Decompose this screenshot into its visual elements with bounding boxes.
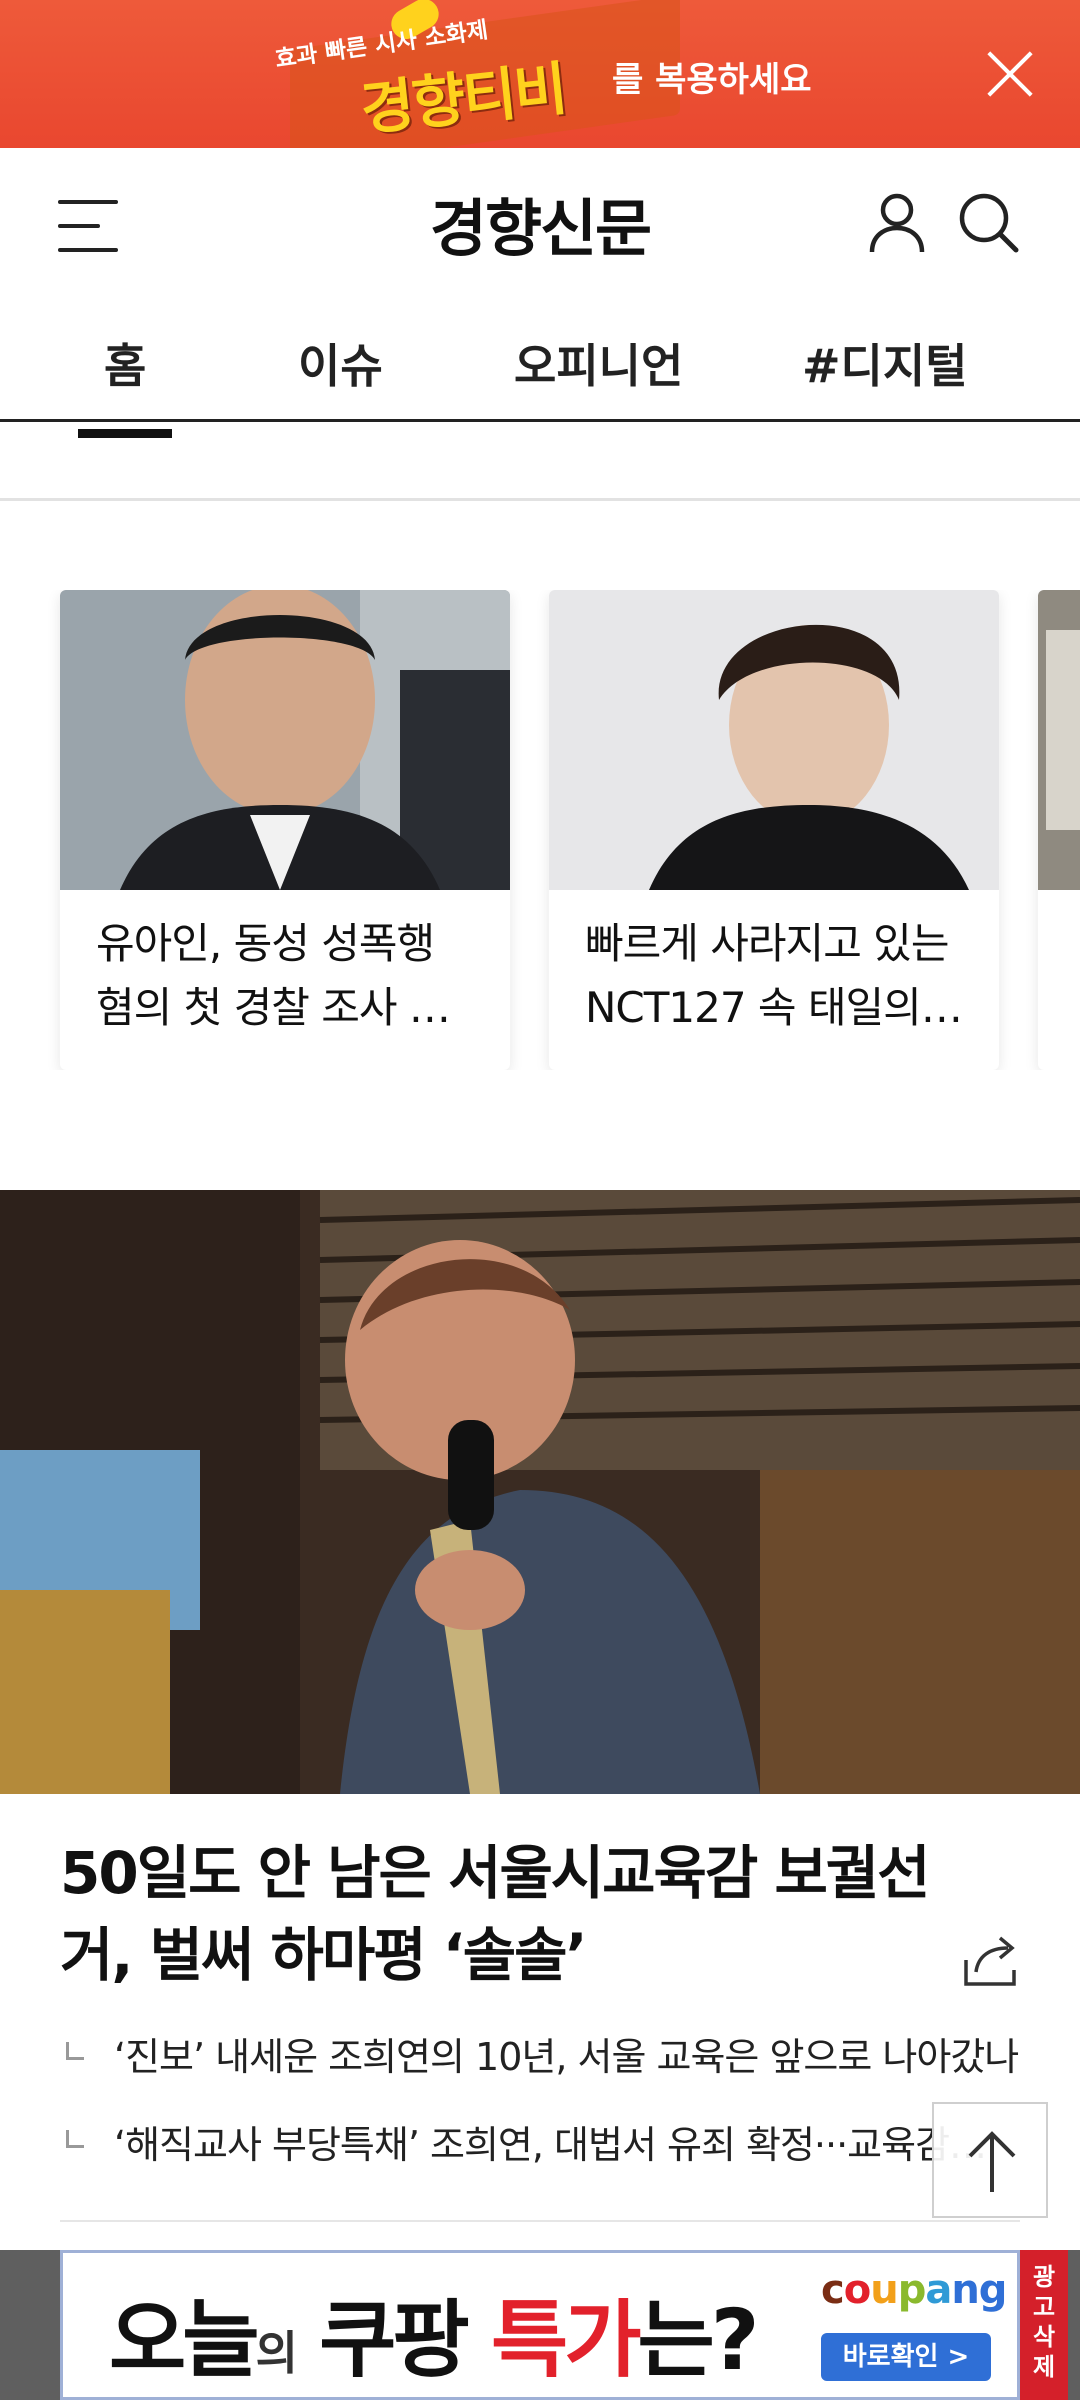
menu-icon[interactable] xyxy=(58,200,122,252)
ad-headline: 오늘의 쿠팡 특가는? xyxy=(109,2291,760,2389)
tab-home[interactable]: 홈 xyxy=(77,330,173,438)
reply-arrow-icon xyxy=(66,2042,84,2060)
lead-story-photo[interactable] xyxy=(0,1190,1080,1794)
user-icon[interactable] xyxy=(862,188,932,258)
search-icon[interactable] xyxy=(954,188,1024,258)
card-title: 빠르게 사라지고 있는 NCT127 속 태일의 흔적 xyxy=(585,919,949,1050)
card-thumbnail xyxy=(549,590,999,890)
related-article-link[interactable]: ‘진보’ 내세운 조희연의 10년, 서울 교육은 앞으로 나아갔나 xyxy=(60,2026,1020,2086)
top-ad-banner[interactable]: 효과 빠른 시사 소화제 경향티비 를 복용하세요 xyxy=(0,0,1080,148)
site-header: 경향신문 xyxy=(0,148,1080,300)
lead-headline[interactable]: 50일도 안 남은 서울시교육감 보궐선거, 벌써 하마평 ‘솔솔’ xyxy=(60,1832,960,1996)
site-logo[interactable]: 경향신문 xyxy=(340,178,740,268)
card-title xyxy=(1038,890,1080,1050)
tab-opinion[interactable]: 오피니언 xyxy=(514,330,683,396)
coupang-ad[interactable]: 오늘의 쿠팡 특가는? coupang 바로확인 > xyxy=(60,2250,1020,2400)
arrow-up-icon xyxy=(968,2131,1016,2192)
ad-suffix: 를 복용하세요 xyxy=(612,60,812,100)
reply-arrow-icon xyxy=(66,2130,84,2148)
card-thumbnail xyxy=(1038,590,1080,890)
divider xyxy=(0,498,1080,501)
card-carousel[interactable]: 유아인, 동성 성폭행 혐의 첫 경찰 조사 진행 빠르게 사라지고 있는 NC… xyxy=(0,590,1080,1070)
scroll-top-button[interactable] xyxy=(932,2102,1048,2218)
card-thumbnail xyxy=(60,590,510,890)
news-card[interactable]: 빠르게 사라지고 있는 NCT127 속 태일의 흔적 xyxy=(549,590,999,1070)
bottom-ad-banner[interactable]: 오늘의 쿠팡 특가는? coupang 바로확인 > 광고삭제 xyxy=(0,2250,1080,2400)
related-article-link[interactable]: ‘해직교사 부당특채’ 조희연, 대법서 유죄 확정···교육감직 상실 xyxy=(60,2114,1020,2174)
close-icon[interactable] xyxy=(984,48,1036,100)
divider xyxy=(60,2220,1020,2222)
news-card[interactable]: 유아인, 동성 성폭행 혐의 첫 경찰 조사 진행 xyxy=(60,590,510,1070)
card-title: 유아인, 동성 성폭행 혐의 첫 경찰 조사 진행 xyxy=(96,919,448,1050)
ad-cta-button[interactable]: 바로확인 > xyxy=(821,2333,991,2381)
tab-digital[interactable]: #디지털 xyxy=(802,330,968,396)
news-card[interactable] xyxy=(1038,590,1080,1070)
share-icon[interactable] xyxy=(962,1930,1022,1990)
related-title: ‘해직교사 부당특채’ 조희연, 대법서 유죄 확정···교육감직 상실 xyxy=(114,2123,1020,2167)
coupang-logo: coupang xyxy=(821,2267,1007,2313)
section-tabs: 홈 이슈 오피니언 #디지털 xyxy=(0,300,1080,438)
tab-issue[interactable]: 이슈 xyxy=(298,330,383,396)
remove-ad-button[interactable]: 광고삭제 xyxy=(1020,2250,1068,2400)
related-title: ‘진보’ 내세운 조희연의 10년, 서울 교육은 앞으로 나아갔나 xyxy=(114,2035,1019,2079)
